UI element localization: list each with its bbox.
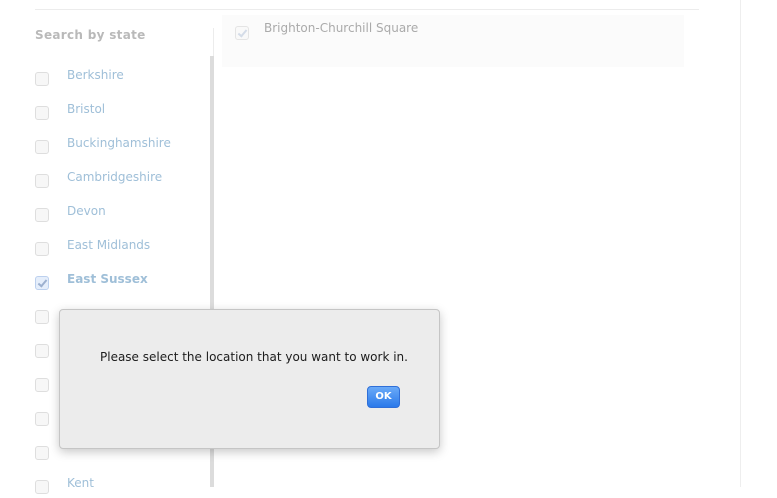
- top-divider: [35, 9, 699, 10]
- state-item-east-sussex[interactable]: East Sussex: [35, 272, 205, 294]
- state-item-berkshire[interactable]: Berkshire: [35, 68, 205, 90]
- state-item-bristol[interactable]: Bristol: [35, 102, 205, 124]
- state-label[interactable]: Devon: [67, 204, 106, 218]
- state-label[interactable]: Berkshire: [67, 68, 124, 82]
- ok-button[interactable]: OK: [367, 386, 400, 408]
- alert-dialog: Please select the location that you want…: [59, 309, 440, 449]
- state-checkbox[interactable]: [35, 412, 49, 426]
- state-item-cambridgeshire[interactable]: Cambridgeshire: [35, 170, 205, 192]
- state-checkbox[interactable]: [35, 106, 49, 120]
- state-item-buckinghamshire[interactable]: Buckinghamshire: [35, 136, 205, 158]
- state-item-devon[interactable]: Devon: [35, 204, 205, 226]
- state-checkbox-checked[interactable]: [35, 276, 49, 290]
- state-checkbox[interactable]: [35, 344, 49, 358]
- state-checkbox[interactable]: [35, 378, 49, 392]
- location-list: Brighton-Churchill Square: [222, 15, 684, 67]
- state-label[interactable]: Kent: [67, 476, 94, 490]
- state-label[interactable]: Cambridgeshire: [67, 170, 162, 184]
- state-checkbox[interactable]: [35, 310, 49, 324]
- state-label[interactable]: Bristol: [67, 102, 105, 116]
- state-label[interactable]: Buckinghamshire: [67, 136, 171, 150]
- state-checkbox[interactable]: [35, 242, 49, 256]
- dialog-message: Please select the location that you want…: [100, 350, 408, 364]
- state-checkbox[interactable]: [35, 72, 49, 86]
- filter-title: Search by state: [35, 28, 146, 42]
- state-label[interactable]: East Midlands: [67, 238, 150, 252]
- state-checkbox[interactable]: [35, 174, 49, 188]
- state-checkbox[interactable]: [35, 208, 49, 222]
- state-item-kent[interactable]: Kent: [35, 476, 205, 498]
- state-label[interactable]: East Sussex: [67, 272, 148, 286]
- location-label[interactable]: Brighton-Churchill Square: [264, 21, 418, 35]
- right-border: [740, 0, 741, 487]
- state-checkbox[interactable]: [35, 446, 49, 460]
- state-item-east-midlands[interactable]: East Midlands: [35, 238, 205, 260]
- sidebar-divider: [213, 28, 214, 58]
- location-checkbox-checked[interactable]: [235, 26, 249, 40]
- state-checkbox[interactable]: [35, 140, 49, 154]
- state-checkbox[interactable]: [35, 480, 49, 494]
